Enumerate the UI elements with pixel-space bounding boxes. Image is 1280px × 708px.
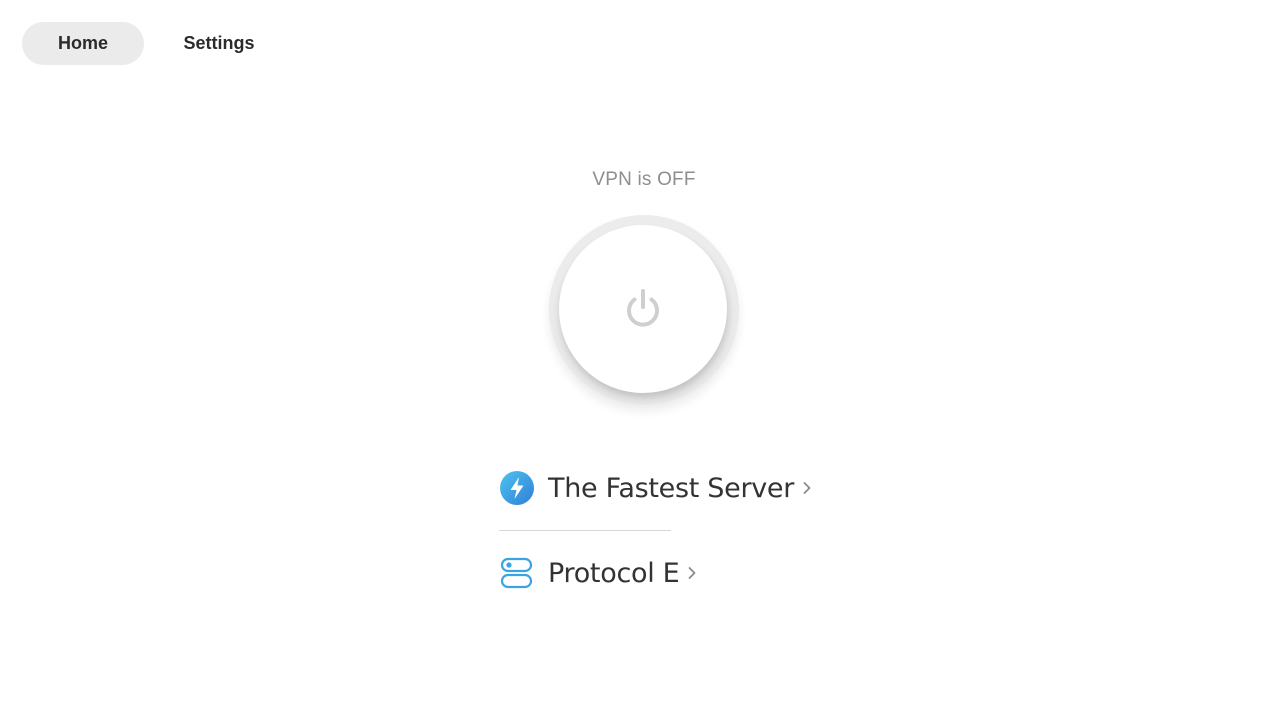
row-divider bbox=[499, 530, 671, 531]
power-button[interactable] bbox=[549, 215, 739, 405]
fastest-server-label: The Fastest Server bbox=[548, 472, 795, 504]
vpn-home-screen: Home Settings VPN is OFF The Fastest Ser… bbox=[0, 0, 1280, 708]
power-icon bbox=[627, 289, 659, 327]
tab-settings[interactable]: Settings bbox=[144, 22, 294, 65]
chevron-right-icon bbox=[802, 481, 812, 495]
lightning-bolt-icon bbox=[499, 470, 535, 506]
protocol-label: Protocol E bbox=[548, 557, 680, 589]
fastest-server-row[interactable]: The Fastest Server bbox=[499, 470, 812, 506]
top-nav: Home Settings bbox=[22, 22, 294, 65]
tab-home[interactable]: Home bbox=[22, 22, 144, 65]
vpn-status-text: VPN is OFF bbox=[592, 169, 696, 190]
power-button-face[interactable] bbox=[559, 225, 727, 393]
protocol-row[interactable]: Protocol E bbox=[499, 555, 697, 591]
chevron-right-icon bbox=[687, 566, 697, 580]
protocol-toggle-icon bbox=[499, 555, 535, 591]
